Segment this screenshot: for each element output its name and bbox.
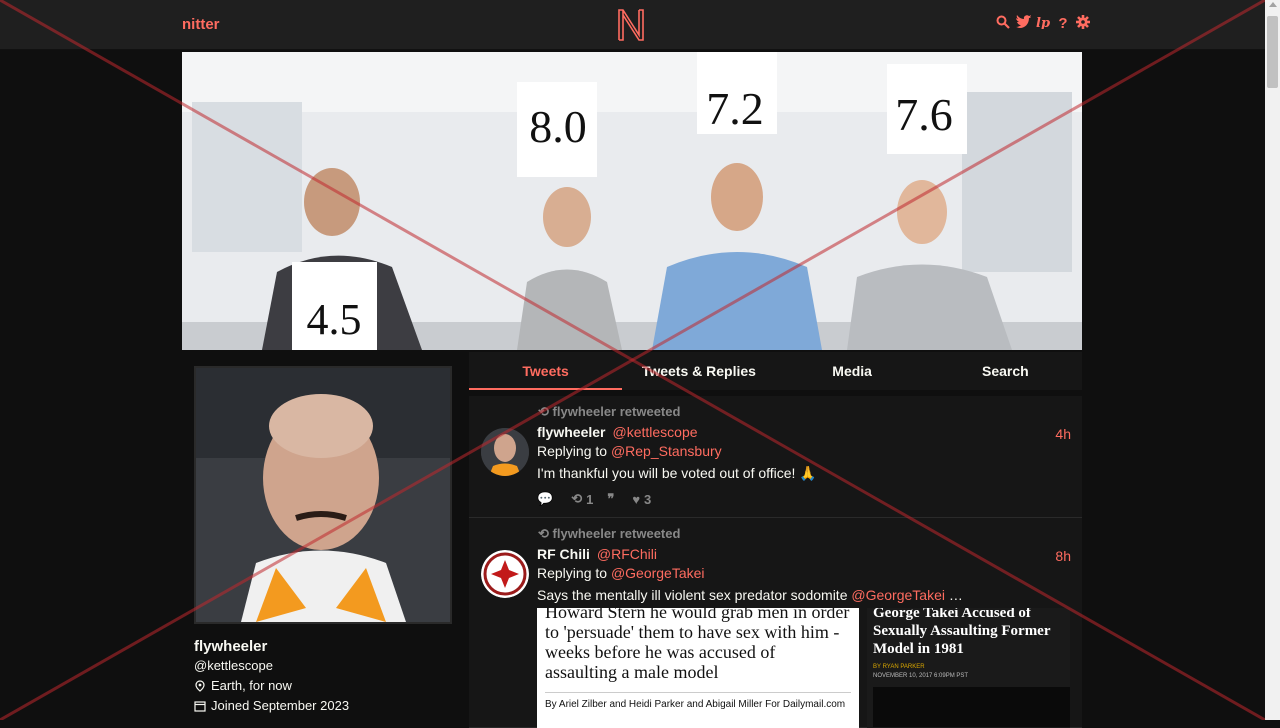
reply-stat[interactable]: 💬 xyxy=(537,491,557,507)
profile-banner[interactable]: 4.5 8.0 7.2 7.6 xyxy=(182,52,1082,350)
tweet-avatar[interactable] xyxy=(481,550,529,598)
media-left-headline: Howard Stern he would grab men in order … xyxy=(545,608,850,682)
profile-name[interactable]: flywheeler xyxy=(194,638,456,655)
tweet-item[interactable]: ⟲ flywheeler retweeted RF Chili @RFChili… xyxy=(469,518,1082,728)
tab-media[interactable]: Media xyxy=(776,352,929,390)
heart-icon: ♥ xyxy=(632,491,641,507)
page-scrollbar[interactable] xyxy=(1265,0,1280,720)
nav-icons: lp ? xyxy=(996,15,1090,33)
location-pin-icon xyxy=(195,679,205,692)
tweet-header: flywheeler @kettlescope xyxy=(537,424,1072,440)
profile-location: Earth, for now xyxy=(194,678,456,693)
retweet-count: 1 xyxy=(586,491,594,507)
media-image-right[interactable]: George Takei Accused of Sexually Assault… xyxy=(867,608,1070,728)
nitter-logo-icon[interactable] xyxy=(616,7,646,43)
scroll-up-arrow[interactable] xyxy=(1269,2,1277,7)
tweet-content: I'm thankful you will be voted out of of… xyxy=(537,465,817,481)
media-right-photo xyxy=(873,687,1070,727)
score-card-3: 7.2 xyxy=(697,52,777,134)
tab-tweets-replies[interactable]: Tweets & Replies xyxy=(622,352,775,390)
retweet-stat[interactable]: ⟲ 1 xyxy=(571,491,593,507)
comment-icon: 💬 xyxy=(537,491,554,506)
quote-stat[interactable]: ❞ xyxy=(607,491,618,507)
quote-icon: ❞ xyxy=(607,491,615,506)
replying-to: Replying to @Rep_Stansbury xyxy=(537,443,1072,459)
tweet-avatar[interactable] xyxy=(481,428,529,476)
media-right-date: NOVEMBER 10, 2017 6:09PM PST xyxy=(873,673,969,679)
tweet-text: Says the mentally ill violent sex predat… xyxy=(537,587,848,603)
score-card-1: 4.5 xyxy=(292,262,377,350)
tweet-item[interactable]: ⟲ flywheeler retweeted flywheeler @kettl… xyxy=(469,396,1082,518)
score-card-2: 8.0 xyxy=(517,82,597,177)
tweet-list: ⟲ flywheeler retweeted flywheeler @kettl… xyxy=(469,396,1082,728)
profile-joined-text: Joined September 2023 xyxy=(211,698,350,713)
calendar-icon xyxy=(194,700,206,712)
replying-to-link[interactable]: @GeorgeTakei xyxy=(611,565,705,581)
top-navbar: nitter lp ? xyxy=(0,0,1265,50)
replying-prefix: Replying to xyxy=(537,565,608,581)
timeline: Tweets Tweets & Replies Media Search ⟲ f… xyxy=(469,352,1082,728)
media-right-byline: BY RYAN PARKER xyxy=(873,664,925,670)
svg-text:8.0: 8.0 xyxy=(529,101,587,152)
like-count: 3 xyxy=(644,491,652,507)
svg-text:4.5: 4.5 xyxy=(307,295,362,344)
tweet-media: Howard Stern he would grab men in order … xyxy=(537,608,1072,728)
profile-card: flywheeler @kettlescope Earth, for now J… xyxy=(194,366,456,713)
profile-location-text: Earth, for now xyxy=(211,678,292,693)
svg-text:7.2: 7.2 xyxy=(706,83,764,134)
profile-handle[interactable]: @kettlescope xyxy=(194,658,456,673)
media-right-headline: George Takei Accused of Sexually Assault… xyxy=(873,608,1051,657)
profile-avatar[interactable] xyxy=(194,366,452,624)
banner-image: 4.5 8.0 7.2 7.6 xyxy=(182,52,1082,350)
tweet-fullname[interactable]: RF Chili xyxy=(537,546,590,562)
profile-joined: Joined September 2023 xyxy=(194,698,456,713)
tweet-stats: 💬 ⟲ 1 ❞ ♥ 3 xyxy=(537,491,1072,507)
tab-tweets[interactable]: Tweets xyxy=(469,352,623,390)
tab-search[interactable]: Search xyxy=(929,352,1082,390)
svg-text:7.6: 7.6 xyxy=(895,89,953,140)
tweet-username[interactable]: @RFChili xyxy=(597,546,657,562)
rss-icon[interactable]: lp xyxy=(1036,15,1050,33)
retweet-icon: ⟲ xyxy=(538,526,549,541)
media-image-left[interactable]: Howard Stern he would grab men in order … xyxy=(537,608,859,728)
scroll-thumb[interactable] xyxy=(1267,16,1278,88)
search-icon[interactable] xyxy=(996,15,1010,33)
mention-link[interactable]: @GeorgeTakei xyxy=(851,587,945,603)
like-stat[interactable]: ♥ 3 xyxy=(632,491,651,507)
retweet-icon: ⟲ xyxy=(538,404,549,419)
replying-to: Replying to @GeorgeTakei xyxy=(537,565,1072,581)
tweet-ellipsis: … xyxy=(944,587,963,603)
brand-link[interactable]: nitter xyxy=(182,16,220,33)
tweet-date[interactable]: 4h xyxy=(1055,426,1071,442)
twitter-bird-icon[interactable] xyxy=(1016,15,1031,33)
replying-to-link[interactable]: @Rep_Stansbury xyxy=(611,443,722,459)
tweet-header: RF Chili @RFChili xyxy=(537,546,1072,562)
help-icon[interactable]: ? xyxy=(1056,15,1070,33)
retweet-header: ⟲ flywheeler retweeted xyxy=(538,404,1072,420)
retweet-label: flywheeler retweeted xyxy=(552,404,681,419)
tweet-username[interactable]: @kettlescope xyxy=(612,424,697,440)
retweet-header: ⟲ flywheeler retweeted xyxy=(538,526,1072,542)
retweet-label: flywheeler retweeted xyxy=(552,526,681,541)
tweet-fullname[interactable]: flywheeler xyxy=(537,424,605,440)
gear-icon[interactable] xyxy=(1076,15,1090,33)
svg-text:lp: lp xyxy=(1036,16,1050,29)
replying-prefix: Replying to xyxy=(537,443,608,459)
tweet-content: Says the mentally ill violent sex predat… xyxy=(537,587,1072,603)
score-card-4: 7.6 xyxy=(887,64,967,154)
media-left-byline: By Ariel Zilber and Heidi Parker and Abi… xyxy=(545,692,851,710)
retweet-icon: ⟲ xyxy=(571,491,583,506)
timeline-tabs: Tweets Tweets & Replies Media Search xyxy=(469,352,1082,390)
tweet-date[interactable]: 8h xyxy=(1055,548,1071,564)
